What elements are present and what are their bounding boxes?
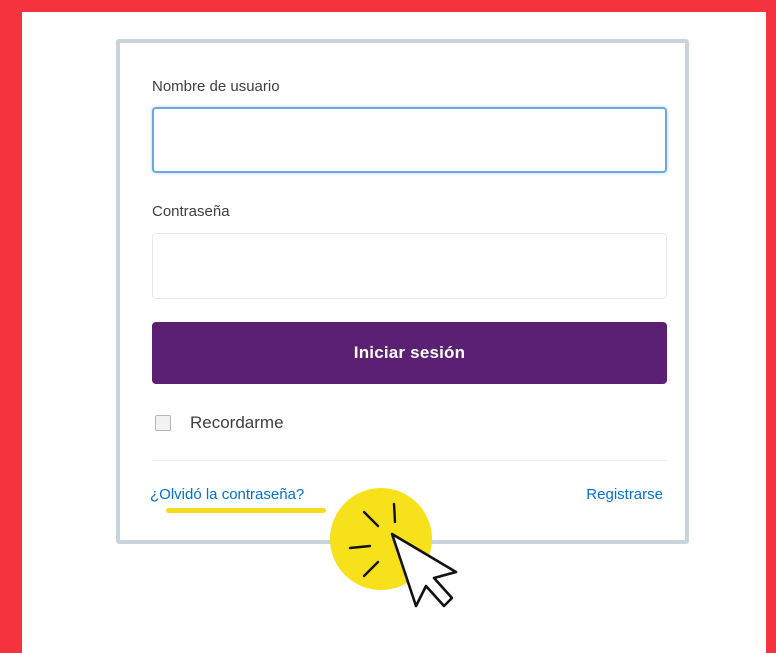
cursor-arrow-icon bbox=[390, 532, 458, 608]
username-input[interactable] bbox=[152, 107, 667, 173]
forgot-password-link[interactable]: ¿Olvidó la contraseña? bbox=[150, 486, 304, 503]
remember-me[interactable]: Recordarme bbox=[155, 413, 284, 433]
divider bbox=[152, 460, 667, 461]
frame-border-right bbox=[766, 0, 776, 653]
username-label: Nombre de usuario bbox=[152, 78, 280, 95]
password-input[interactable] bbox=[152, 233, 667, 299]
remember-checkbox[interactable] bbox=[155, 415, 171, 431]
register-link[interactable]: Registrarse bbox=[586, 486, 663, 503]
login-button[interactable]: Iniciar sesión bbox=[152, 322, 667, 384]
login-card: Nombre de usuario Contraseña Iniciar ses… bbox=[116, 39, 689, 544]
frame-border-top bbox=[0, 0, 776, 12]
remember-label[interactable]: Recordarme bbox=[190, 413, 284, 433]
frame-border-left bbox=[0, 0, 22, 653]
click-burst-icon bbox=[348, 502, 458, 608]
forgot-underline-highlight bbox=[166, 508, 326, 513]
password-label: Contraseña bbox=[152, 203, 230, 220]
